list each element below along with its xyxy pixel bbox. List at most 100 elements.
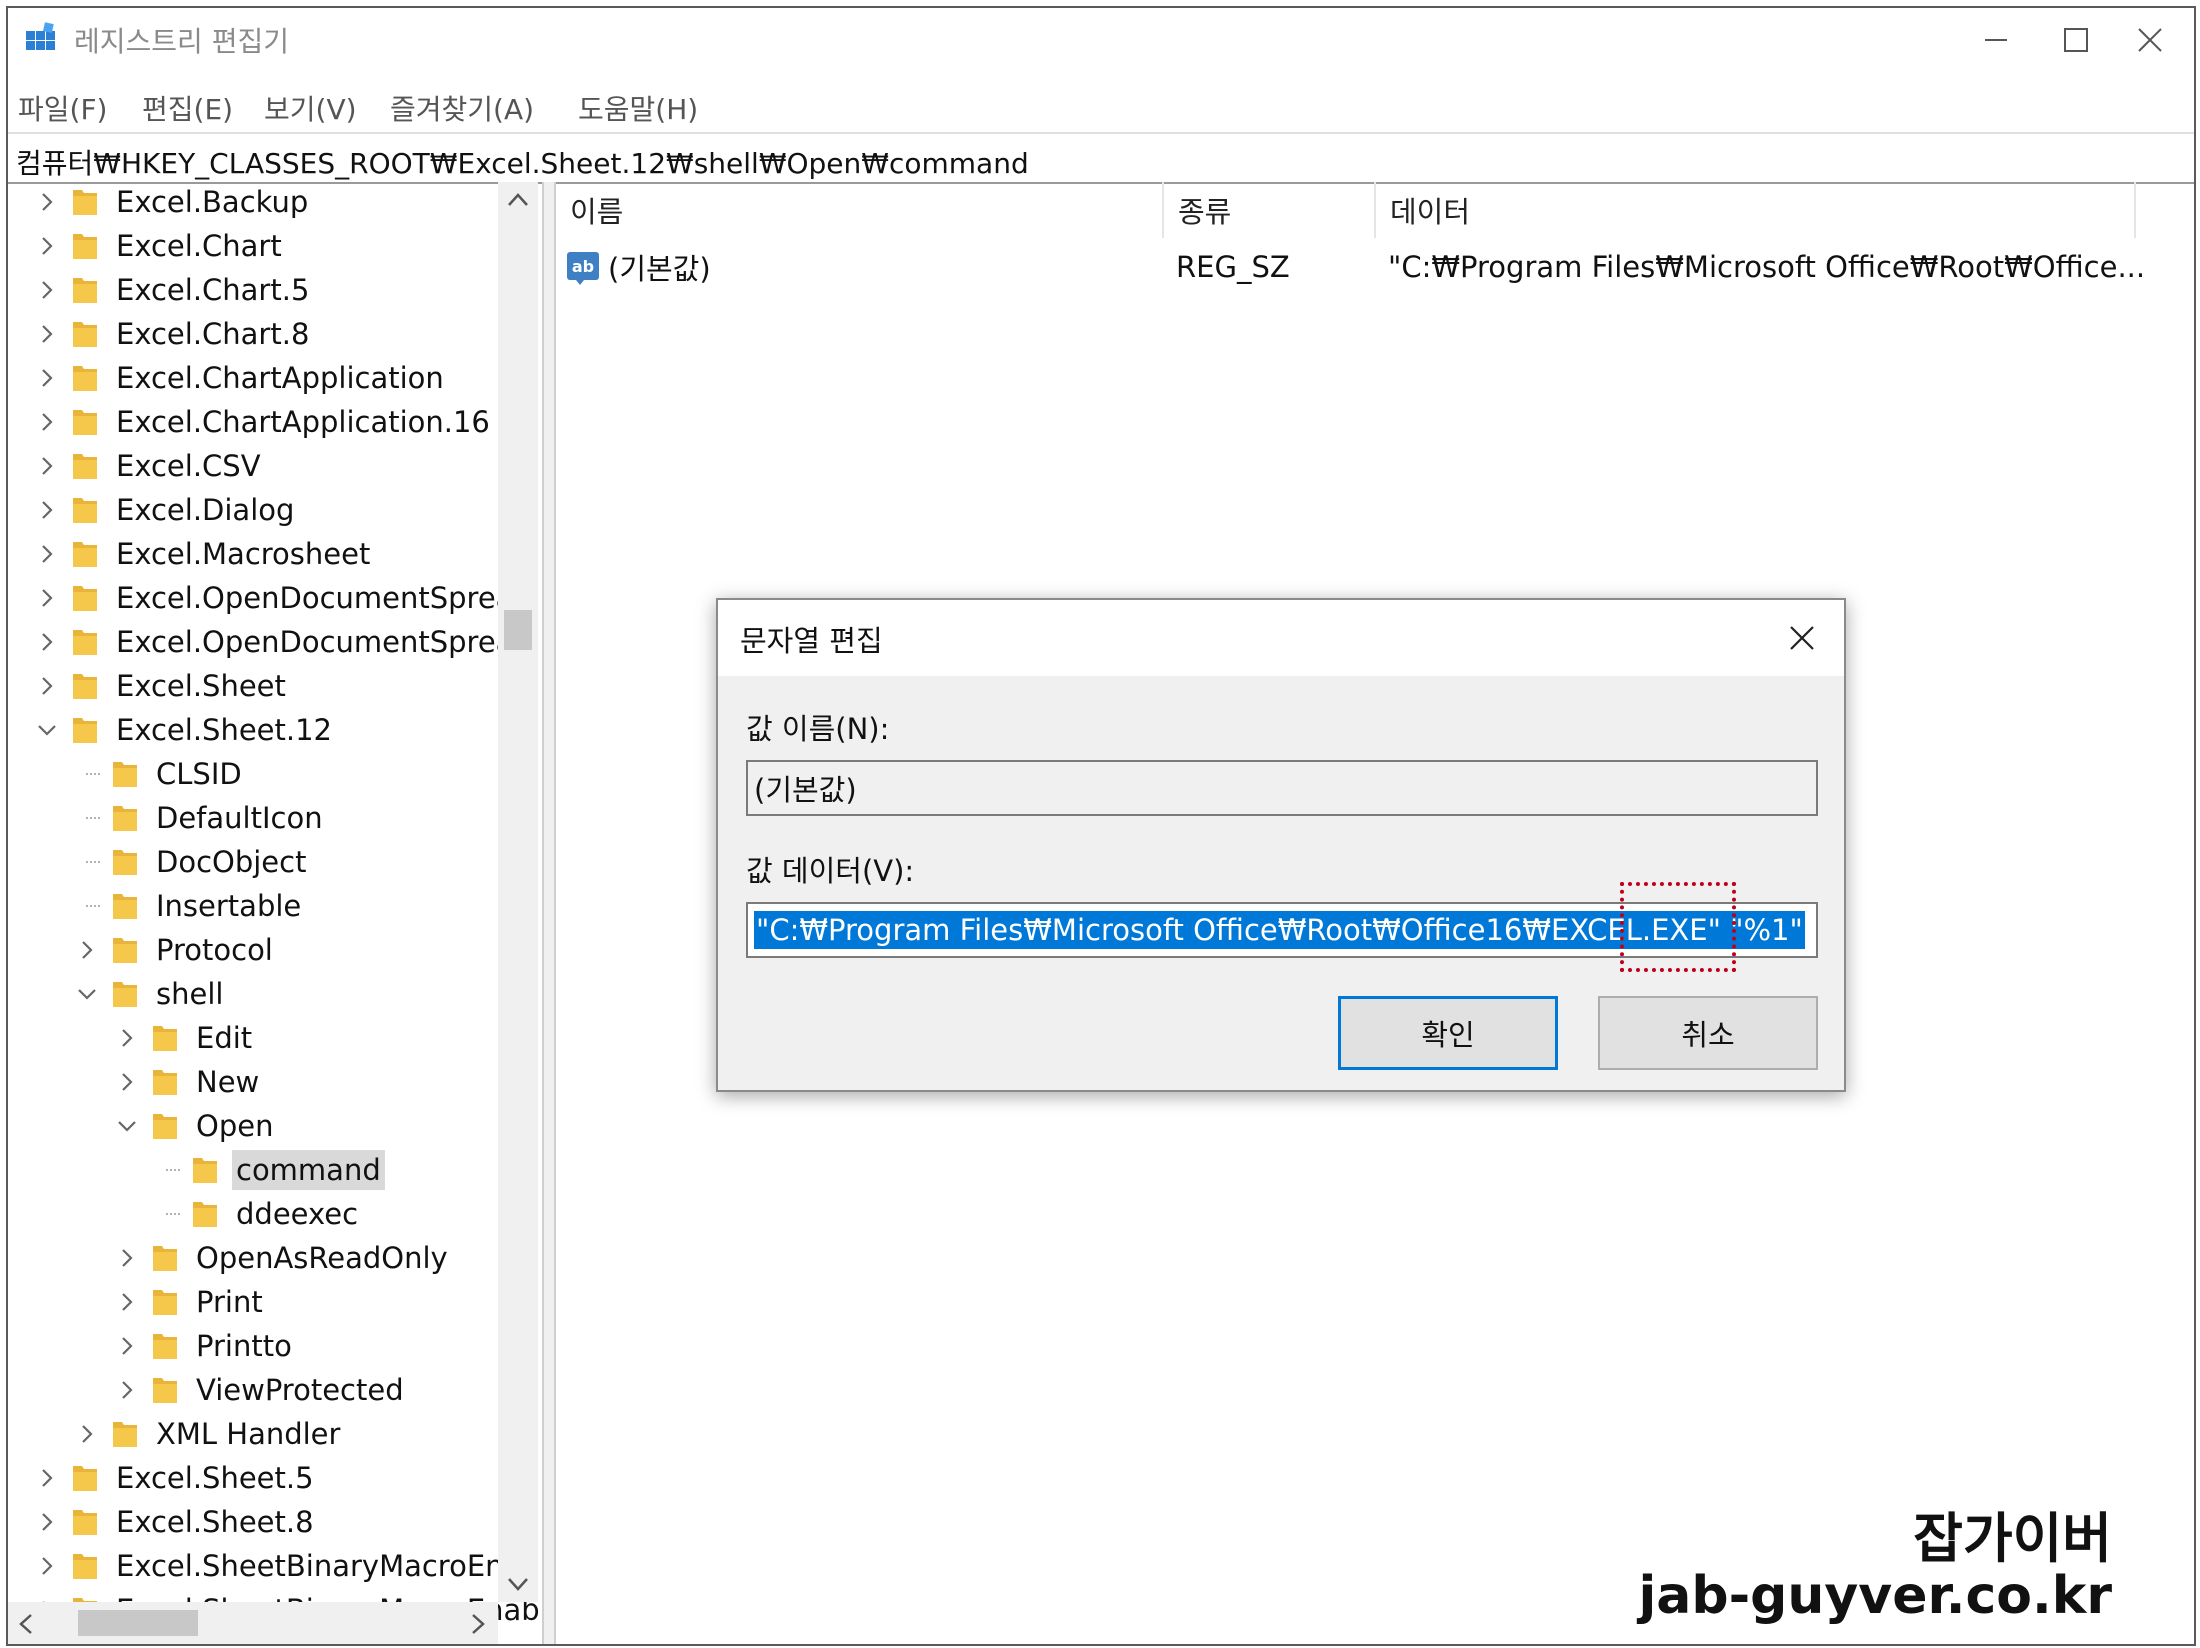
tree-item[interactable]: command [152,1148,385,1192]
chevron-down-icon[interactable] [32,715,62,745]
chevron-right-icon[interactable] [112,1243,142,1273]
chevron-down-icon[interactable] [72,979,102,1009]
tree-item[interactable]: Excel.Dialog [32,488,298,532]
tree-horizontal-scrollbar[interactable] [8,1602,498,1644]
chevron-right-icon[interactable] [32,627,62,657]
minimize-button[interactable] [1966,18,2026,62]
folder-icon [73,542,97,567]
tree-item[interactable]: Excel.Sheet.5 [32,1456,318,1500]
menu-file[interactable]: 파일(F) [18,88,107,128]
folder-icon [73,322,97,347]
tree-item[interactable]: DefaultIcon [72,796,327,840]
tree-vertical-scroll-thumb[interactable] [504,610,532,650]
tree-item-label: Excel.Sheet.12 [116,713,332,747]
chevron-right-icon[interactable] [32,1507,62,1537]
scroll-right-icon[interactable] [468,1612,488,1636]
tree-item[interactable]: XML Handler [72,1412,344,1456]
chevron-right-icon[interactable] [32,319,62,349]
tree-item[interactable]: Excel.Sheet [32,664,290,708]
folder-icon [73,1466,97,1491]
tree-item[interactable]: CLSID [72,752,246,796]
menu-favorites[interactable]: 즐겨찾기(A) [390,88,534,128]
tree-item-label: Excel.Chart.5 [116,273,310,307]
chevron-right-icon[interactable] [32,671,62,701]
tree-item[interactable]: shell [72,972,227,1016]
maximize-button[interactable] [2046,18,2106,62]
tree-item[interactable]: Excel.Sheet.8 [32,1500,318,1544]
chevron-right-icon[interactable] [72,935,102,965]
tree-item[interactable]: Excel.Chart.8 [32,312,313,356]
pane-splitter[interactable] [542,182,556,1644]
chevron-right-icon[interactable] [32,275,62,305]
tree-item[interactable]: ddeexec [152,1192,362,1236]
maximize-icon [2064,28,2088,52]
chevron-right-icon[interactable] [32,187,62,217]
tree-item-label: Excel.CSV [116,449,261,483]
chevron-right-icon[interactable] [72,1419,102,1449]
svg-text:ab: ab [572,257,594,276]
tree-item[interactable]: Printto [112,1324,296,1368]
tree-item[interactable]: New [112,1060,263,1104]
tree-item[interactable]: Excel.CSV [32,444,265,488]
tree-vertical-scrollbar[interactable] [498,182,538,1602]
tree-item[interactable]: Excel.OpenDocumentSpread [32,620,536,664]
folder-icon [153,1290,177,1315]
tree-item[interactable]: ViewProtected [112,1368,408,1412]
tree-item[interactable]: Excel.SheetBinaryMacroEnab [32,1544,540,1588]
tree-item[interactable]: DocObject [72,840,310,884]
column-header-name[interactable]: 이름 [556,182,1164,238]
chevron-right-icon[interactable] [32,1463,62,1493]
tree-horizontal-scroll-thumb[interactable] [78,1610,198,1636]
chevron-right-icon[interactable] [32,231,62,261]
scroll-down-icon[interactable] [506,1574,530,1594]
tree-item-label: Excel.ChartApplication.16 [116,405,490,439]
cancel-button[interactable]: 취소 [1598,996,1818,1070]
tree-item[interactable]: OpenAsReadOnly [112,1236,452,1280]
column-header-type[interactable]: 종류 [1164,182,1376,238]
menu-view[interactable]: 보기(V) [264,88,357,128]
tree-item-label: Excel.Chart.8 [116,317,310,351]
chevron-right-icon[interactable] [32,451,62,481]
ok-button-label: 확인 [1421,1018,1475,1052]
folder-icon [73,586,97,611]
chevron-right-icon[interactable] [32,495,62,525]
tree-item[interactable]: Excel.Sheet.12 [32,708,336,752]
tree-item[interactable]: Excel.Chart [32,224,286,268]
address-bar[interactable]: 컴퓨터₩HKEY_CLASSES_ROOT₩Excel.Sheet.12₩she… [8,132,2194,184]
tree-item[interactable]: Excel.ChartApplication.16 [32,400,494,444]
tree-item[interactable]: Protocol [72,928,277,972]
value-data-cell: "C:₩Program Files₩Microsoft Office₩Root₩… [1388,250,2146,284]
dialog-close-button[interactable] [1780,616,1824,660]
scroll-left-icon[interactable] [16,1612,36,1636]
menu-help[interactable]: 도움말(H) [578,88,698,128]
column-header-data[interactable]: 데이터 [1376,182,2136,238]
tree-item-label: Excel.Sheet [116,669,286,703]
tree-item[interactable]: Excel.Macrosheet [32,532,374,576]
chevron-right-icon[interactable] [112,1023,142,1053]
chevron-right-icon[interactable] [112,1331,142,1361]
chevron-right-icon[interactable] [32,583,62,613]
menu-edit[interactable]: 편집(E) [142,88,233,128]
tree-item[interactable]: Insertable [72,884,305,928]
tree-item[interactable]: Print [112,1280,267,1324]
address-path[interactable]: 컴퓨터₩HKEY_CLASSES_ROOT₩Excel.Sheet.12₩she… [16,142,1029,182]
chevron-right-icon[interactable] [32,1551,62,1581]
chevron-right-icon[interactable] [32,539,62,569]
ok-button[interactable]: 확인 [1338,996,1558,1070]
value-name-field[interactable]: (기본값) [746,760,1818,816]
chevron-right-icon[interactable] [112,1287,142,1317]
tree-item[interactable]: Excel.ChartApplication [32,356,448,400]
tree-item[interactable]: Excel.Backup [32,182,312,224]
chevron-down-icon[interactable] [112,1111,142,1141]
close-button[interactable] [2120,18,2180,62]
scroll-up-icon[interactable] [506,190,530,210]
tree-item[interactable]: Open [112,1104,277,1148]
key-tree-pane[interactable]: Excel.Backup Excel.Chart Excel.Chart.5 Exce… [8,182,540,1644]
chevron-right-icon[interactable] [32,363,62,393]
chevron-right-icon[interactable] [112,1375,142,1405]
tree-item[interactable]: Edit [112,1016,256,1060]
tree-item[interactable]: Excel.Chart.5 [32,268,313,312]
chevron-right-icon[interactable] [32,407,62,437]
tree-item[interactable]: Excel.OpenDocumentSpread [32,576,536,620]
chevron-right-icon[interactable] [112,1067,142,1097]
